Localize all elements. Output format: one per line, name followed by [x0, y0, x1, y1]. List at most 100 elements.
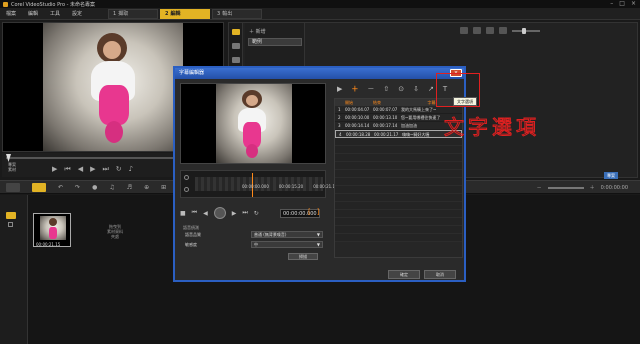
menu-file[interactable]: 檔案: [6, 10, 16, 17]
row-start[interactable]: 00:00:14.14: [345, 122, 373, 129]
cancel-button[interactable]: 取消: [424, 270, 456, 279]
step-edit[interactable]: 2 編輯: [160, 9, 210, 19]
row-end[interactable]: 00:00:21.17: [374, 131, 402, 137]
menu-bar: 檔案 編輯 工具 設定: [0, 8, 640, 20]
menu-edit[interactable]: 編輯: [28, 10, 38, 17]
track-folder-icon[interactable]: [6, 212, 16, 219]
step-capture[interactable]: 1 擷取: [108, 9, 158, 19]
thumbnail-zoom-slider[interactable]: [512, 27, 540, 34]
close-window-button[interactable]: ×: [631, 0, 636, 8]
empty-row: [335, 186, 462, 194]
library-folder-item[interactable]: 範例: [248, 38, 302, 46]
media-category-icon[interactable]: [232, 29, 240, 35]
step-share[interactable]: 3 輸出: [212, 9, 262, 19]
mark-in-button[interactable]: [: [308, 208, 311, 216]
end-icon[interactable]: ⏭: [102, 165, 108, 174]
row-start[interactable]: 00:00:04.07: [345, 106, 373, 113]
playback-buttons: ▶ ⏮ ◀ ▶ ⏭ ↻ ♪: [52, 165, 133, 174]
thumb-pink-bike: [49, 227, 57, 239]
preview-child-face: [103, 41, 121, 59]
storyboard-view-tab[interactable]: [6, 183, 20, 192]
merge-subtitle-icon[interactable]: ⇧: [383, 85, 389, 93]
play-icon[interactable]: ▶: [52, 165, 57, 174]
workflow-steps: 1 擷取 2 編輯 3 輸出: [108, 9, 262, 19]
row-end[interactable]: 00:00:07.07: [373, 106, 401, 113]
header-start[interactable]: 開始: [345, 100, 353, 105]
timeline-view-tab[interactable]: [32, 183, 46, 192]
empty-row: [335, 218, 462, 226]
row-no: 1: [338, 107, 341, 112]
header-no: [335, 99, 345, 106]
rewind-icon[interactable]: ⏮: [192, 209, 197, 217]
row-start[interactable]: 00:00:10.00: [345, 114, 373, 121]
view-icon[interactable]: [460, 27, 468, 34]
row-no: 3: [338, 123, 341, 128]
dlg-bike-wheel: [246, 144, 258, 158]
prev-icon[interactable]: ◀: [203, 210, 208, 217]
empty-row: [335, 146, 462, 154]
header-end[interactable]: 結束: [373, 100, 381, 105]
voice-quality-select[interactable]: 普通 (無背景噪音) ▼: [251, 231, 323, 238]
svg-text:文字選項: 文字選項: [444, 115, 538, 139]
zoom-in-icon[interactable]: [184, 175, 189, 180]
add-subtitle-icon[interactable]: ＋: [351, 84, 358, 94]
voice-detection-section: 語音偵測: [183, 225, 199, 230]
export-subtitle-icon[interactable]: ↗: [428, 85, 434, 93]
row-no: 4: [339, 132, 342, 137]
header-subtitle[interactable]: 字幕: [428, 100, 436, 105]
import-subtitle-icon[interactable]: ⇩: [413, 85, 419, 93]
preview-bike-wheel: [105, 121, 123, 143]
trim-timecodes: 00:00:00.000 00:00:15.20 00:00:21.15: [242, 184, 338, 189]
next-frame-icon[interactable]: ▶: [90, 165, 95, 174]
repeat-icon[interactable]: ↻: [116, 165, 122, 174]
row-end[interactable]: 00:00:17.14: [373, 122, 401, 129]
loop-icon[interactable]: ↻: [254, 210, 259, 217]
row-end[interactable]: 00:00:13.10: [373, 114, 401, 121]
stop-icon[interactable]: ■: [180, 210, 186, 217]
ok-button[interactable]: 確定: [388, 270, 420, 279]
zoom-out-icon[interactable]: [184, 187, 189, 192]
prev-frame-icon[interactable]: ◀: [78, 165, 83, 174]
time-offset-icon[interactable]: ⊙: [398, 85, 404, 93]
mark-out-button[interactable]: ]: [317, 208, 320, 216]
dialog-play-button[interactable]: [213, 207, 226, 219]
dlg-child-face: [246, 95, 258, 106]
row-start[interactable]: 00:00:18.28: [346, 131, 374, 137]
add-folder-button[interactable]: ＋ 新增: [249, 28, 266, 35]
undo-icon[interactable]: ↶: [58, 184, 63, 191]
title-bar: Corel VideoStudio Pro - 未命名專案 – □ ×: [0, 0, 640, 8]
minimize-button[interactable]: –: [610, 0, 613, 8]
forward-icon[interactable]: ⏭: [242, 209, 247, 217]
scan-button[interactable]: 掃描: [288, 253, 318, 260]
empty-row: [335, 210, 462, 218]
zoom-in-icon[interactable]: ＋: [590, 184, 595, 191]
sensitivity-select[interactable]: 中 ▼: [251, 241, 323, 248]
menu-tools[interactable]: 工具: [50, 10, 60, 17]
audio-mixer-icon[interactable]: ♫: [109, 184, 114, 191]
zoom-out-icon[interactable]: －: [537, 184, 542, 191]
auto-music-icon[interactable]: ♬: [127, 184, 132, 191]
tc-mid: 00:00:15.20: [278, 184, 304, 189]
sort-icon[interactable]: [473, 27, 481, 34]
voice-quality-label: 語音品質: [185, 232, 201, 237]
thumb-view-icon[interactable]: [499, 27, 507, 34]
transition-icon[interactable]: [232, 57, 240, 63]
list-view-icon[interactable]: [486, 27, 494, 34]
maximize-button[interactable]: □: [619, 0, 625, 8]
record-icon[interactable]: ●: [92, 184, 97, 191]
timeline-zoom-slider[interactable]: [547, 186, 584, 189]
home-icon[interactable]: ⏮: [64, 165, 70, 174]
next-icon[interactable]: ▶: [232, 210, 237, 217]
clip-mode-label[interactable]: 素材: [8, 167, 16, 172]
instant-project-icon[interactable]: [232, 43, 240, 49]
redo-icon[interactable]: ↷: [75, 184, 80, 191]
empty-row: [335, 194, 462, 202]
volume-icon[interactable]: ♪: [129, 165, 133, 174]
remove-subtitle-icon[interactable]: －: [367, 84, 374, 94]
motion-track-icon[interactable]: ⊕: [144, 184, 149, 191]
preview-mode-labels: 專案 素材: [8, 162, 16, 172]
subtitle-icon[interactable]: ⊞: [161, 184, 166, 191]
menu-settings[interactable]: 設定: [72, 10, 82, 17]
track-lock-icon[interactable]: [8, 222, 13, 227]
play-subtitle-icon[interactable]: ▶: [337, 85, 342, 93]
